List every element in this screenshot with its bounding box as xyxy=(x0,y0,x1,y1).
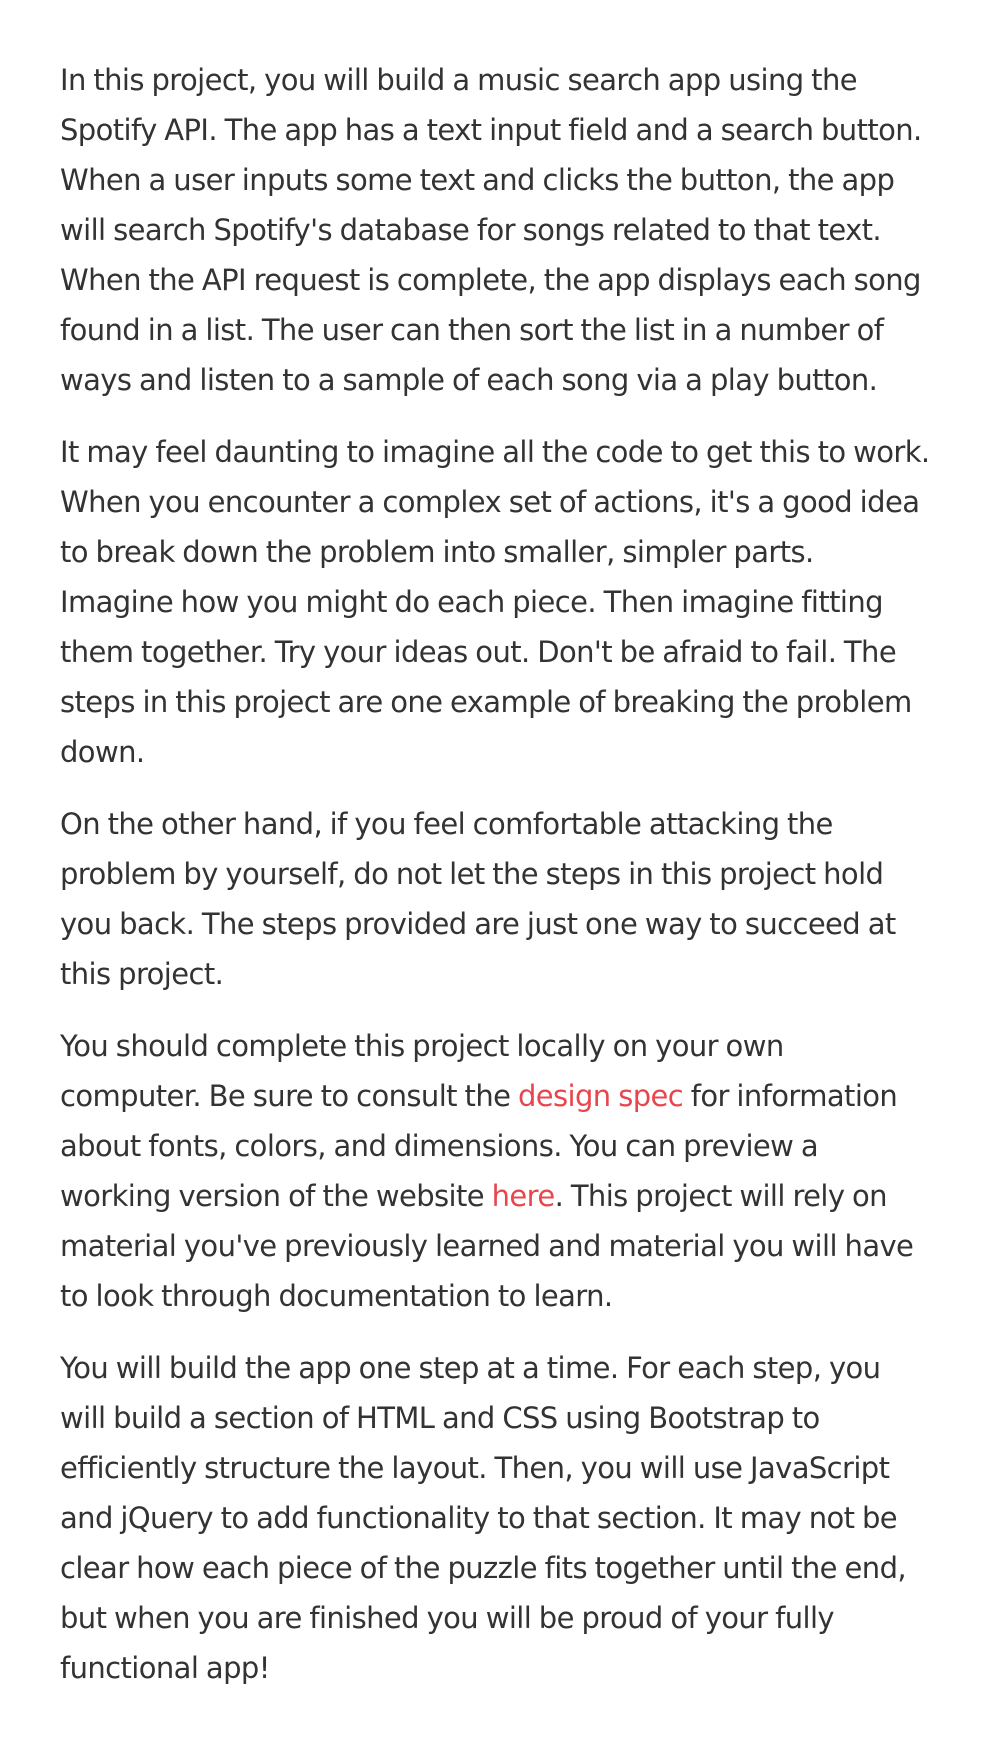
text-line: On the other hand, if you feel comfortab… xyxy=(60,807,833,841)
text-segment: working version of the website xyxy=(60,1179,492,1213)
text-line: working version of the website here. Thi… xyxy=(60,1171,940,1221)
text-line: You will build the app one step at a tim… xyxy=(60,1351,881,1385)
text-line: In this project, you will build a music … xyxy=(60,63,858,97)
text-line: down. xyxy=(60,735,145,769)
text-line: clear how each piece of the puzzle fits … xyxy=(60,1551,907,1585)
text-line: to break down the problem into smaller, … xyxy=(60,535,814,569)
text-line: you back. The steps provided are just on… xyxy=(60,907,896,941)
text-line: functional app! xyxy=(60,1651,270,1685)
paragraph-local-setup: You should complete this project locally… xyxy=(60,1021,940,1321)
text-line: When you encounter a complex set of acti… xyxy=(60,485,920,519)
text-line: material you've previously learned and m… xyxy=(60,1229,914,1263)
text-line: this project. xyxy=(60,957,224,991)
paragraph-intro: In this project, you will build a music … xyxy=(60,55,940,405)
paragraph-other-hand: On the other hand, if you feel comfortab… xyxy=(60,799,940,999)
text-line: and jQuery to add functionality to that … xyxy=(60,1501,898,1535)
text-segment: computer. Be sure to consult the xyxy=(60,1079,518,1113)
text-segment: . This project will rely on xyxy=(554,1179,888,1213)
text-line: efficiently structure the layout. Then, … xyxy=(60,1451,890,1485)
text-line: When the API request is complete, the ap… xyxy=(60,263,921,297)
paragraph-breakdown: It may feel daunting to imagine all the … xyxy=(60,427,940,777)
preview-here-link[interactable]: here xyxy=(492,1179,556,1213)
text-segment: for information xyxy=(683,1079,898,1113)
text-line: Spotify API. The app has a text input fi… xyxy=(60,113,922,147)
text-line: them together. Try your ideas out. Don't… xyxy=(60,635,897,669)
text-line: It may feel daunting to imagine all the … xyxy=(60,435,930,469)
text-line: When a user inputs some text and clicks … xyxy=(60,163,895,197)
text-line: will build a section of HTML and CSS usi… xyxy=(60,1401,820,1435)
text-line: will search Spotify's database for songs… xyxy=(60,213,882,247)
article-body: In this project, you will build a music … xyxy=(60,55,940,1715)
text-line: steps in this project are one example of… xyxy=(60,685,912,719)
text-line: ways and listen to a sample of each song… xyxy=(60,363,878,397)
text-line: computer. Be sure to consult the design … xyxy=(60,1071,940,1121)
text-line: found in a list. The user can then sort … xyxy=(60,313,884,347)
text-line: Imagine how you might do each piece. The… xyxy=(60,585,884,619)
paragraph-step-by-step: You will build the app one step at a tim… xyxy=(60,1343,940,1693)
text-line: about fonts, colors, and dimensions. You… xyxy=(60,1129,819,1163)
text-line: problem by yourself, do not let the step… xyxy=(60,857,884,891)
text-line: to look through documentation to learn. xyxy=(60,1279,613,1313)
text-line: You should complete this project locally… xyxy=(60,1029,784,1063)
text-line: but when you are finished you will be pr… xyxy=(60,1601,835,1635)
design-spec-link[interactable]: design spec xyxy=(518,1079,684,1113)
